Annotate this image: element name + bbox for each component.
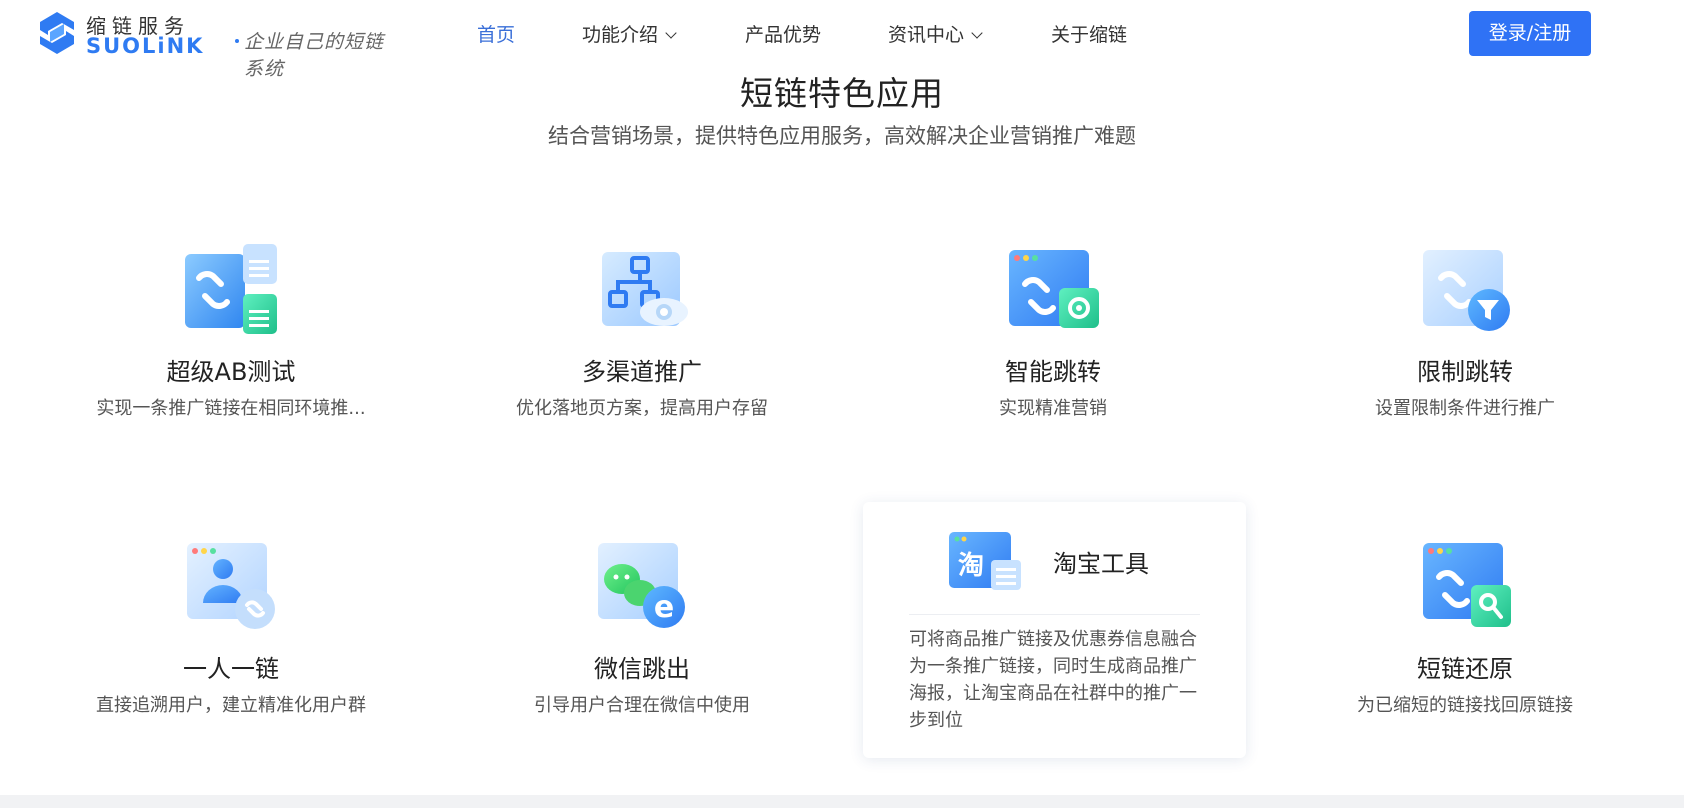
- feature-desc: 实现精准营销: [999, 398, 1107, 419]
- feature-card-ab-test[interactable]: 超级AB测试 实现一条推广链接在相同环境推...: [61, 244, 401, 484]
- section-title: 短链特色应用: [740, 74, 944, 113]
- feature-card-wechat-jump[interactable]: e 微信跳出 引导用户合理在微信中使用: [472, 541, 812, 781]
- smart-redirect-icon: [1009, 250, 1099, 328]
- footer-band: [0, 795, 1684, 808]
- feature-card-multichannel[interactable]: 多渠道推广 优化落地页方案，提高用户存留: [472, 244, 812, 484]
- link-restore-icon: [1423, 543, 1511, 627]
- feature-desc: 为已缩短的链接找回原链接: [1357, 695, 1573, 716]
- nav-item-label: 关于缩链: [1051, 24, 1128, 46]
- feature-card-taobao-tool[interactable]: 淘 淘宝工具 可将商品推广链接及优惠券信息融合为一条推广链接，同时生成商品推广海…: [863, 502, 1246, 758]
- feature-title: 淘宝工具: [1053, 550, 1149, 578]
- page: 缩链服务 SUOLiNK 企业自己的短链系统 首页 功能介绍 产品优势 资讯中心…: [0, 0, 1684, 808]
- feature-card-smart-redirect[interactable]: 智能跳转 实现精准营销: [883, 244, 1223, 484]
- feature-desc: 可将商品推广链接及优惠券信息融合为一条推广链接，同时生成商品推广海报，让淘宝商品…: [909, 629, 1197, 731]
- card-divider: [909, 614, 1200, 615]
- wechat-jump-icon: e: [598, 543, 685, 628]
- feature-card-one-person-link[interactable]: 一人一链 直接追溯用户，建立精准化用户群: [61, 541, 401, 781]
- feature-title: 智能跳转: [1005, 358, 1101, 386]
- feature-title: 限制跳转: [1417, 358, 1513, 386]
- nav-item-features[interactable]: 功能介绍: [582, 20, 677, 47]
- logo-dot: [235, 39, 239, 43]
- feature-desc: 实现一条推广链接在相同环境推...: [96, 398, 366, 419]
- nav-item-label: 功能介绍: [582, 24, 659, 46]
- feature-desc: 直接追溯用户，建立精准化用户群: [96, 695, 366, 716]
- svg-text:e: e: [654, 590, 674, 625]
- site-logo[interactable]: 缩链服务 SUOLiNK 企业自己的短链系统: [36, 8, 396, 80]
- taobao-tool-icon: 淘: [949, 532, 1021, 590]
- chevron-down-icon: [971, 27, 983, 39]
- feature-title: 一人一链: [183, 655, 279, 683]
- logo-english-text: SUOLiNK: [86, 34, 205, 58]
- feature-title: 短链还原: [1417, 655, 1513, 683]
- multichannel-icon: [602, 252, 688, 326]
- feature-title: 微信跳出: [594, 655, 690, 683]
- feature-desc: 引导用户合理在微信中使用: [534, 695, 750, 716]
- logo-mark-icon: [40, 12, 74, 54]
- nav-item-label: 首页: [477, 24, 516, 46]
- ab-test-icon: [185, 244, 277, 334]
- section-subtitle: 结合营销场景，提供特色应用服务，高效解决企业营销推广难题: [548, 124, 1136, 148]
- feature-title: 多渠道推广: [582, 358, 702, 386]
- one-person-link-icon: [187, 543, 275, 629]
- top-header: 缩链服务 SUOLiNK 企业自己的短链系统 首页 功能介绍 产品优势 资讯中心…: [0, 0, 1684, 80]
- nav-item-label: 资讯中心: [888, 24, 965, 46]
- feature-desc: 优化落地页方案，提高用户存留: [516, 398, 768, 419]
- feature-desc: 设置限制条件进行推广: [1375, 398, 1555, 419]
- nav-item-advantages[interactable]: 产品优势: [745, 20, 821, 47]
- svg-text:淘: 淘: [958, 551, 984, 581]
- chevron-down-icon: [665, 27, 677, 39]
- login-register-button[interactable]: 登录/注册: [1469, 11, 1591, 56]
- nav-item-label: 产品优势: [745, 24, 822, 46]
- nav-item-home[interactable]: 首页: [477, 20, 515, 47]
- feature-card-restrict-redirect[interactable]: 限制跳转 设置限制条件进行推广: [1295, 244, 1635, 484]
- feature-title: 超级AB测试: [166, 358, 296, 386]
- nav-item-news[interactable]: 资讯中心: [888, 20, 983, 47]
- restrict-redirect-icon: [1423, 250, 1510, 331]
- feature-card-link-restore[interactable]: 短链还原 为已缩短的链接找回原链接: [1295, 541, 1635, 781]
- nav-item-about[interactable]: 关于缩链: [1051, 20, 1127, 47]
